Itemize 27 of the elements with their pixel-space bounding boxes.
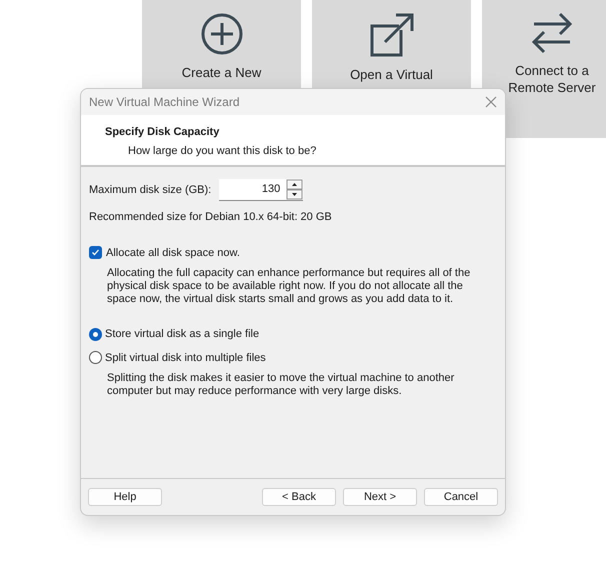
checkbox-label: Allocate all disk space now. [106,246,240,260]
radio-label: Store virtual disk as a single file [105,327,260,342]
swap-arrows-icon [531,12,573,54]
disk-size-spinner[interactable]: 130 [219,179,304,201]
dialog-button[interactable]: Help [88,488,162,506]
radio-button[interactable] [89,351,102,364]
tile-label: Remote Server [508,79,596,96]
allocate-checkbox[interactable] [89,246,102,260]
radio-label: Split virtual disk into multiple files [105,350,266,366]
description-text: Splitting the disk makes it easier to move the virtual machine to another computer but may reduce performance with very large disks. [106,372,456,398]
page-subheading: How large do you want this disk to be? [127,144,318,158]
tile-label: Open a Virtual [350,66,433,83]
tile-label: Connect to a [515,62,589,79]
plus-circle-icon [200,12,244,56]
dialog-button[interactable]: Cancel [424,488,498,506]
external-link-icon [368,12,414,58]
dialog-button[interactable]: < Back [262,488,336,506]
size-label: Maximum disk size (GB): [89,182,212,198]
recommended-size-text: Recommended size for Debian 10.x 64-bit: 20 GB [89,210,333,225]
tile-label: Create a New [182,64,262,81]
checkmark-icon [91,248,100,258]
spin-arrows-icon[interactable] [286,178,304,200]
radio-button[interactable] [89,328,102,341]
description-text: Allocating the full capacity can enhance performance but requires all of the physical disk space to be available right now. If you do not allocate all the space now, the virtual disk starts small and grows as you add data to it. [106,267,472,306]
dialog-button[interactable]: Next > [343,488,417,506]
action-tile[interactable]: Connect to a Remote Server [482,0,606,138]
close-icon[interactable] [485,96,497,108]
